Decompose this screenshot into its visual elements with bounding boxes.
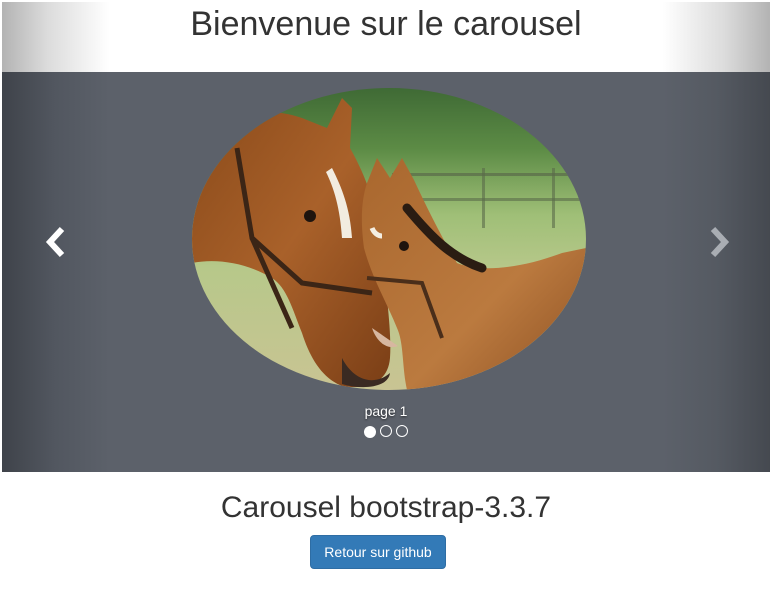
page-subtitle: Carousel bootstrap-3.3.7: [220, 491, 552, 524]
carousel: page 1: [2, 72, 770, 472]
carousel-indicators: [2, 425, 770, 438]
carousel-caption: page 1: [364, 403, 408, 419]
page-header: Bienvenue sur le carousel: [2, 2, 770, 72]
carousel-indicator-3[interactable]: [396, 425, 408, 437]
carousel-next-button[interactable]: [698, 222, 738, 262]
carousel-indicator-1[interactable]: [364, 426, 376, 438]
chevron-left-icon: [45, 226, 65, 258]
chevron-right-icon: [710, 226, 730, 258]
carousel-indicator-2[interactable]: [380, 425, 392, 437]
carousel-slide-image: [192, 88, 586, 390]
github-button[interactable]: Retour sur github: [310, 535, 446, 569]
carousel-prev-button[interactable]: [37, 222, 77, 262]
page-title: Bienvenue sur le carousel: [190, 5, 582, 43]
